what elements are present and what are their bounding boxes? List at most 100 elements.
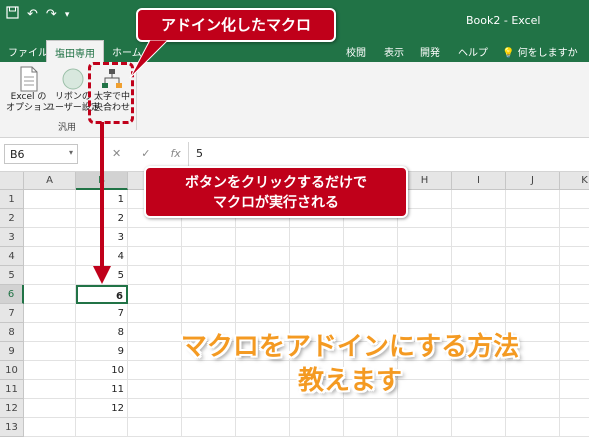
grid-cell[interactable]: 8: [76, 323, 128, 342]
grid-cell[interactable]: [182, 399, 236, 418]
grid-cell[interactable]: [182, 285, 236, 304]
row-header[interactable]: 8: [0, 323, 24, 342]
row-header[interactable]: 10: [0, 361, 24, 380]
undo-icon[interactable]: ↶: [27, 7, 38, 22]
grid-cell[interactable]: [76, 418, 128, 437]
grid-cell[interactable]: [236, 285, 290, 304]
grid-cell[interactable]: [24, 247, 76, 266]
column-header[interactable]: J: [506, 172, 560, 190]
tab-shiota[interactable]: 塩田専用: [46, 40, 104, 62]
grid-cell[interactable]: [452, 285, 506, 304]
grid-cell[interactable]: [398, 266, 452, 285]
grid-cell[interactable]: [182, 266, 236, 285]
qat-customize-icon[interactable]: ▾: [65, 10, 70, 20]
grid-cell[interactable]: [398, 399, 452, 418]
grid-cell[interactable]: [290, 247, 344, 266]
row-header[interactable]: 2: [0, 209, 24, 228]
grid-cell[interactable]: [398, 228, 452, 247]
name-box[interactable]: B6 ▾: [4, 144, 78, 164]
grid-cell[interactable]: [128, 266, 182, 285]
grid-cell[interactable]: [452, 304, 506, 323]
excel-options-button[interactable]: Excel の オプション: [6, 66, 51, 114]
grid-cell[interactable]: [24, 266, 76, 285]
grid-cell[interactable]: [236, 266, 290, 285]
grid-cell[interactable]: [290, 304, 344, 323]
grid-cell[interactable]: [398, 247, 452, 266]
row-header[interactable]: 9: [0, 342, 24, 361]
row-header[interactable]: 5: [0, 266, 24, 285]
grid-cell[interactable]: [24, 190, 76, 209]
tab-developer[interactable]: 開発: [420, 44, 440, 59]
grid-cell[interactable]: [560, 399, 589, 418]
grid-cell[interactable]: [398, 304, 452, 323]
grid-cell[interactable]: [506, 304, 560, 323]
grid-cell[interactable]: [344, 418, 398, 437]
grid-cell[interactable]: [506, 266, 560, 285]
grid-cell[interactable]: [24, 380, 76, 399]
grid-cell[interactable]: [506, 190, 560, 209]
tab-file[interactable]: ファイル: [8, 44, 48, 59]
grid-cell[interactable]: [452, 418, 506, 437]
chevron-down-icon[interactable]: ▾: [69, 148, 73, 157]
grid-cell[interactable]: 12: [76, 399, 128, 418]
grid-cell[interactable]: [182, 247, 236, 266]
row-header[interactable]: 4: [0, 247, 24, 266]
fx-icon[interactable]: fx: [170, 147, 180, 160]
row-header[interactable]: 1: [0, 190, 24, 209]
grid-cell[interactable]: [506, 399, 560, 418]
grid-cell[interactable]: 7: [76, 304, 128, 323]
grid-cell[interactable]: [560, 190, 589, 209]
grid-cell[interactable]: [236, 418, 290, 437]
grid-cell[interactable]: [290, 266, 344, 285]
tab-review[interactable]: 校閲: [346, 44, 366, 59]
grid-cell[interactable]: [344, 266, 398, 285]
grid-cell[interactable]: [182, 418, 236, 437]
grid-cell[interactable]: [24, 418, 76, 437]
grid-cell[interactable]: [236, 247, 290, 266]
grid-cell[interactable]: [290, 418, 344, 437]
column-header[interactable]: I: [452, 172, 506, 190]
grid-cell[interactable]: [506, 247, 560, 266]
grid-cell[interactable]: 9: [76, 342, 128, 361]
tell-me-box[interactable]: 💡 何をしますか: [502, 44, 578, 59]
grid-cell[interactable]: [506, 228, 560, 247]
grid-cell[interactable]: [452, 209, 506, 228]
row-header[interactable]: 11: [0, 380, 24, 399]
grid-cell[interactable]: [290, 228, 344, 247]
grid-cell[interactable]: [452, 228, 506, 247]
grid-cell[interactable]: [128, 228, 182, 247]
grid-cell[interactable]: [24, 285, 76, 304]
grid-cell[interactable]: 10: [76, 361, 128, 380]
grid-cell[interactable]: [24, 323, 76, 342]
grid-cell[interactable]: [128, 285, 182, 304]
grid-cell[interactable]: [24, 361, 76, 380]
grid-cell[interactable]: [24, 209, 76, 228]
grid-cell[interactable]: [344, 304, 398, 323]
grid-cell[interactable]: [290, 399, 344, 418]
grid-cell[interactable]: [344, 247, 398, 266]
grid-cell[interactable]: [344, 228, 398, 247]
enter-icon[interactable]: ✓: [141, 147, 150, 160]
grid-cell[interactable]: [128, 304, 182, 323]
grid-cell[interactable]: [506, 209, 560, 228]
grid-cell[interactable]: [128, 247, 182, 266]
row-header[interactable]: 13: [0, 418, 24, 437]
grid-cell[interactable]: [236, 228, 290, 247]
tab-help[interactable]: ヘルプ: [458, 44, 488, 59]
grid-cell[interactable]: [344, 285, 398, 304]
save-icon[interactable]: [6, 6, 19, 23]
column-header[interactable]: A: [24, 172, 76, 190]
select-all-corner[interactable]: [0, 172, 24, 190]
grid-cell[interactable]: [452, 247, 506, 266]
grid-cell[interactable]: [560, 247, 589, 266]
grid-cell[interactable]: [24, 304, 76, 323]
grid-cell[interactable]: [344, 399, 398, 418]
formula-input[interactable]: 5: [196, 147, 203, 160]
grid-cell[interactable]: [506, 285, 560, 304]
row-header[interactable]: 12: [0, 399, 24, 418]
grid-cell[interactable]: [398, 418, 452, 437]
grid-cell[interactable]: [182, 228, 236, 247]
grid-cell[interactable]: [560, 418, 589, 437]
grid-cell[interactable]: [182, 304, 236, 323]
grid-cell[interactable]: [128, 399, 182, 418]
